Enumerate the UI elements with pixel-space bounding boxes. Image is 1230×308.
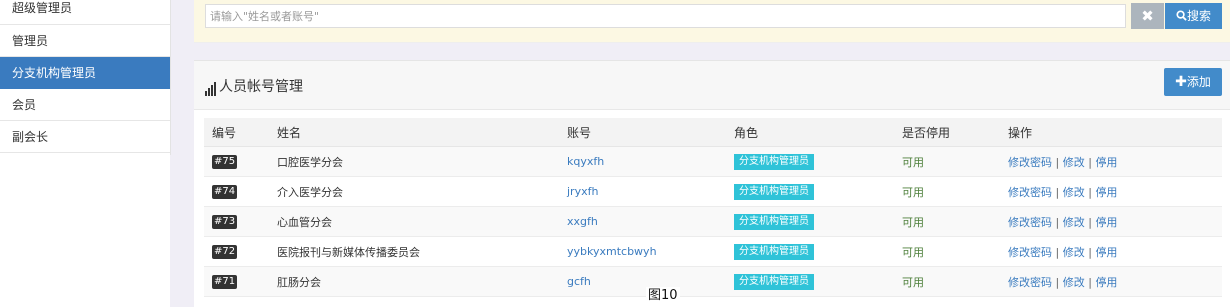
sidebar-item-vice-president[interactable]: 副会长 bbox=[0, 121, 170, 153]
role-badge: 分支机构管理员 bbox=[734, 183, 814, 200]
edit-link[interactable]: 修改 bbox=[1063, 186, 1085, 199]
change-password-link[interactable]: 修改密码 bbox=[1008, 156, 1052, 169]
actions-cell: 修改密码 | 修改 | 停用 bbox=[1000, 206, 1222, 237]
actions-cell: 修改密码 | 修改 | 停用 bbox=[1000, 266, 1222, 297]
actions-cell: 修改密码 | 修改 | 停用 bbox=[1000, 176, 1222, 207]
table-row: #73 心血管分会 xxgfh 分支机构管理员 可用 修改密码 | 修改 | 停… bbox=[204, 206, 1222, 237]
name-cell: 医院报刊与新媒体传播委员会 bbox=[269, 236, 559, 267]
separator: | bbox=[1088, 215, 1092, 229]
sidebar: 超级管理员 管理员 分支机构管理员 会员 副会长 bbox=[0, 0, 171, 155]
column-header-account: 账号 bbox=[559, 118, 726, 147]
plus-icon: ✚ bbox=[1175, 74, 1187, 90]
sidebar-item-super-admin[interactable]: 超级管理员 bbox=[0, 0, 170, 25]
status-text: 可用 bbox=[902, 155, 924, 169]
status-text: 可用 bbox=[902, 215, 924, 229]
table-row: #75 口腔医学分会 kqyxfh 分支机构管理员 可用 修改密码 | 修改 |… bbox=[204, 146, 1222, 177]
separator: | bbox=[1055, 275, 1060, 289]
disable-link[interactable]: 停用 bbox=[1095, 186, 1117, 199]
role-badge: 分支机构管理员 bbox=[734, 273, 814, 290]
disable-link[interactable]: 停用 bbox=[1095, 156, 1117, 169]
figure-caption: 图10 bbox=[646, 287, 680, 305]
id-badge: #75 bbox=[212, 155, 238, 169]
table-row: #74 介入医学分会 jryxfh 分支机构管理员 可用 修改密码 | 修改 |… bbox=[204, 176, 1222, 207]
search-button[interactable]: 搜索 bbox=[1165, 3, 1222, 29]
disable-link[interactable]: 停用 bbox=[1095, 246, 1117, 259]
status-text: 可用 bbox=[902, 185, 924, 199]
add-button-label: 添加 bbox=[1186, 75, 1211, 89]
column-header-role: 角色 bbox=[726, 118, 894, 147]
change-password-link[interactable]: 修改密码 bbox=[1008, 186, 1052, 199]
id-badge: #74 bbox=[212, 185, 238, 199]
change-password-link[interactable]: 修改密码 bbox=[1008, 246, 1052, 259]
separator: | bbox=[1055, 245, 1060, 259]
status-text: 可用 bbox=[902, 245, 924, 259]
edit-link[interactable]: 修改 bbox=[1063, 216, 1085, 229]
sidebar-item-admin[interactable]: 管理员 bbox=[0, 25, 170, 57]
close-icon: ✖ bbox=[1141, 7, 1154, 25]
change-password-link[interactable]: 修改密码 bbox=[1008, 276, 1052, 289]
account-panel: 人员帐号管理 ✚添加 编号 姓名 账号 角色 是否停用 操作 #75 口腔医学分… bbox=[194, 60, 1230, 308]
add-button[interactable]: ✚添加 bbox=[1164, 68, 1222, 96]
role-badge: 分支机构管理员 bbox=[734, 153, 814, 170]
signal-bars-icon bbox=[205, 80, 217, 96]
change-password-link[interactable]: 修改密码 bbox=[1008, 216, 1052, 229]
separator: | bbox=[1055, 155, 1060, 169]
status-text: 可用 bbox=[902, 275, 924, 289]
separator: | bbox=[1088, 275, 1092, 289]
panel-title-text: 人员帐号管理 bbox=[219, 79, 303, 95]
panel-header: 人员帐号管理 ✚添加 bbox=[194, 61, 1230, 110]
content-gutter bbox=[170, 0, 194, 307]
actions-cell: 修改密码 | 修改 | 停用 bbox=[1000, 236, 1222, 267]
separator: | bbox=[1088, 185, 1092, 199]
search-icon bbox=[1176, 10, 1187, 21]
search-button-label: 搜索 bbox=[1186, 9, 1211, 23]
account-link[interactable]: gcfh bbox=[567, 275, 591, 288]
account-link[interactable]: jryxfh bbox=[567, 185, 598, 198]
search-input[interactable] bbox=[205, 4, 1126, 28]
separator: | bbox=[1088, 155, 1092, 169]
separator: | bbox=[1055, 185, 1060, 199]
column-header-actions: 操作 bbox=[1000, 118, 1222, 147]
account-link[interactable]: yybkyxmtcbwyh bbox=[567, 245, 657, 258]
separator: | bbox=[1055, 215, 1060, 229]
column-header-name: 姓名 bbox=[269, 118, 559, 147]
disable-link[interactable]: 停用 bbox=[1095, 216, 1117, 229]
name-cell: 口腔医学分会 bbox=[269, 146, 559, 177]
disable-link[interactable]: 停用 bbox=[1095, 276, 1117, 289]
name-cell: 肛肠分会 bbox=[269, 266, 559, 297]
id-badge: #71 bbox=[212, 275, 238, 289]
name-cell: 介入医学分会 bbox=[269, 176, 559, 207]
actions-cell: 修改密码 | 修改 | 停用 bbox=[1000, 146, 1222, 177]
account-link[interactable]: xxgfh bbox=[567, 215, 598, 228]
column-header-id: 编号 bbox=[204, 118, 269, 147]
role-badge: 分支机构管理员 bbox=[734, 213, 814, 230]
edit-link[interactable]: 修改 bbox=[1063, 156, 1085, 169]
id-badge: #72 bbox=[212, 245, 238, 259]
clear-search-button[interactable]: ✖ bbox=[1131, 3, 1164, 29]
account-table: 编号 姓名 账号 角色 是否停用 操作 #75 口腔医学分会 kqyxfh 分支… bbox=[204, 118, 1222, 297]
id-badge: #73 bbox=[212, 215, 238, 229]
sidebar-item-member[interactable]: 会员 bbox=[0, 89, 170, 121]
table-row: #71 肛肠分会 gcfh 分支机构管理员 可用 修改密码 | 修改 | 停用 bbox=[204, 266, 1222, 297]
search-bar: ✖ 搜索 bbox=[194, 0, 1230, 43]
panel-title: 人员帐号管理 bbox=[205, 76, 303, 96]
column-header-status: 是否停用 bbox=[894, 118, 1000, 147]
edit-link[interactable]: 修改 bbox=[1063, 276, 1085, 289]
role-badge: 分支机构管理员 bbox=[734, 243, 814, 260]
table-row: #72 医院报刊与新媒体传播委员会 yybkyxmtcbwyh 分支机构管理员 … bbox=[204, 236, 1222, 267]
sidebar-item-branch-admin[interactable]: 分支机构管理员 bbox=[0, 57, 170, 89]
edit-link[interactable]: 修改 bbox=[1063, 246, 1085, 259]
table-header-row: 编号 姓名 账号 角色 是否停用 操作 bbox=[204, 118, 1222, 147]
account-link[interactable]: kqyxfh bbox=[567, 155, 604, 168]
name-cell: 心血管分会 bbox=[269, 206, 559, 237]
separator: | bbox=[1088, 245, 1092, 259]
